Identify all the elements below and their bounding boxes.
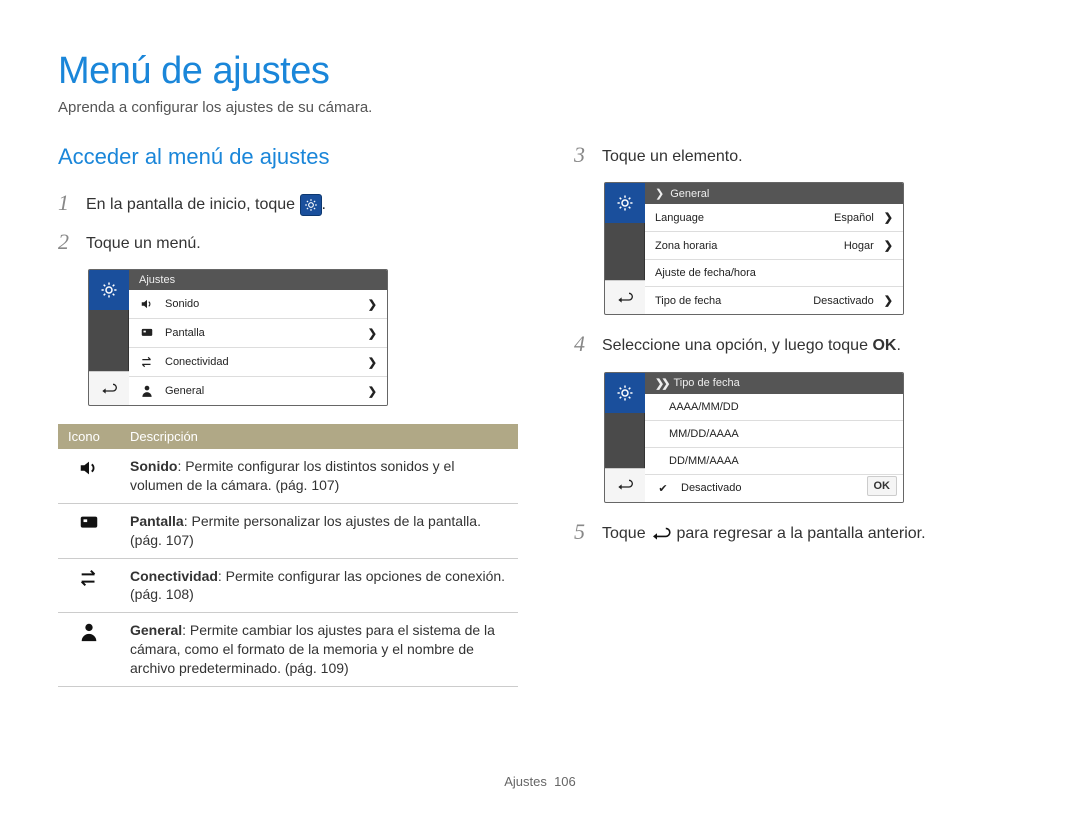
chevron-right-icon: ❯: [884, 211, 893, 224]
swap-icon: [58, 558, 120, 613]
setting-label: Tipo de fecha: [655, 295, 803, 307]
setting-value: Español: [834, 212, 874, 224]
back-icon[interactable]: [605, 280, 645, 314]
step-4: 4 Seleccione una opción, y luego toque O…: [574, 333, 1022, 357]
gear-icon[interactable]: [605, 183, 645, 223]
setting-label: Zona horaria: [655, 240, 834, 252]
double-chevron-right-icon: ❯❯: [655, 377, 667, 390]
menu-item-label: Pantalla: [165, 327, 358, 339]
display-icon: [58, 503, 120, 558]
setting-value: Desactivado: [813, 295, 874, 307]
menu-item-sonido[interactable]: Sonido ❯: [129, 290, 387, 319]
table-row: Conectividad: Permite configurar las opc…: [58, 558, 518, 613]
table-row: Pantalla: Permite personalizar los ajust…: [58, 503, 518, 558]
screen-header: Ajustes: [129, 270, 387, 290]
option-desactivado[interactable]: ✔ Desactivado: [645, 475, 903, 502]
section-heading: Acceder al menú de ajustes: [58, 144, 518, 170]
step-1-after: .: [322, 196, 326, 213]
ok-button[interactable]: OK: [867, 476, 898, 496]
step-4-after: .: [896, 337, 900, 354]
step-2: 2 Toque un menú.: [58, 231, 518, 255]
person-icon: [58, 613, 120, 687]
back-icon[interactable]: [89, 371, 129, 405]
row-title: Conectividad: [130, 568, 218, 584]
step-5: 5 Toque para regresar a la pantalla ante…: [574, 521, 1022, 546]
step-3-text: Toque un elemento.: [602, 144, 743, 168]
icon-description-table: Icono Descripción Sonido: Permite config…: [58, 424, 518, 687]
chevron-right-icon: ❯: [368, 356, 377, 369]
screen-general: ❯ General Language Español ❯ Zona horari…: [604, 182, 904, 315]
chevron-right-icon: ❯: [884, 239, 893, 252]
gear-icon: [300, 194, 322, 216]
page-footer: Ajustes 106: [0, 774, 1080, 789]
gear-icon[interactable]: [89, 270, 129, 310]
setting-item-tipo-de-fecha[interactable]: Tipo de fecha Desactivado ❯: [645, 287, 903, 314]
table-header-icono: Icono: [58, 424, 120, 449]
option-label: MM/DD/AAAA: [655, 428, 893, 440]
table-header-descripcion: Descripción: [120, 424, 518, 449]
screen-header-label: Tipo de fecha: [673, 377, 739, 389]
step-4-before: Seleccione una opción, y luego toque: [602, 337, 868, 354]
setting-item-zona-horaria[interactable]: Zona horaria Hogar ❯: [645, 232, 903, 260]
menu-item-general[interactable]: General ❯: [129, 377, 387, 405]
row-desc: : Permite cambiar los ajustes para el si…: [130, 622, 495, 676]
row-title: Sonido: [130, 458, 177, 474]
setting-label: Language: [655, 212, 824, 224]
page-title: Menú de ajustes: [58, 50, 1022, 93]
screen-tipo-de-fecha: ❯❯ Tipo de fecha AAAA/MM/DD MM/DD/AAAA D…: [604, 372, 904, 503]
chevron-right-icon: ❯: [368, 298, 377, 311]
chevron-right-icon: ❯: [884, 294, 893, 307]
menu-item-label: Conectividad: [165, 356, 358, 368]
option-mm-dd-aaaa[interactable]: MM/DD/AAAA: [645, 421, 903, 448]
ok-icon: OK: [872, 337, 896, 354]
row-title: Pantalla: [130, 513, 184, 529]
menu-item-label: General: [165, 385, 358, 397]
back-icon[interactable]: [605, 468, 645, 502]
option-label: DD/MM/AAAA: [655, 455, 893, 467]
option-label: AAAA/MM/DD: [655, 401, 893, 413]
row-title: General: [130, 622, 182, 638]
gear-icon[interactable]: [605, 373, 645, 413]
chevron-right-icon: ❯: [368, 385, 377, 398]
step-2-text: Toque un menú.: [86, 231, 201, 255]
footer-page-number: 106: [554, 774, 576, 789]
step-5-before: Toque: [602, 525, 646, 542]
speaker-icon: [139, 297, 155, 311]
setting-value: Hogar: [844, 240, 874, 252]
menu-item-pantalla[interactable]: Pantalla ❯: [129, 319, 387, 348]
setting-label: Ajuste de fecha/hora: [655, 267, 893, 279]
footer-section: Ajustes: [504, 774, 547, 789]
option-label: Desactivado: [681, 482, 893, 494]
step-1-text: En la pantalla de inicio, toque: [86, 196, 295, 213]
option-aaaa-mm-dd[interactable]: AAAA/MM/DD: [645, 394, 903, 421]
check-icon: ✔: [655, 482, 671, 495]
row-desc: : Permite configurar los distintos sonid…: [130, 458, 454, 493]
setting-item-language[interactable]: Language Español ❯: [645, 204, 903, 232]
table-row: Sonido: Permite configurar los distintos…: [58, 449, 518, 503]
table-row: General: Permite cambiar los ajustes par…: [58, 613, 518, 687]
screen-header: ❯❯ Tipo de fecha: [645, 373, 903, 394]
menu-item-label: Sonido: [165, 298, 358, 310]
step-3: 3 Toque un elemento.: [574, 144, 1022, 168]
person-icon: [139, 384, 155, 398]
menu-item-conectividad[interactable]: Conectividad ❯: [129, 348, 387, 377]
chevron-right-icon: ❯: [368, 327, 377, 340]
screen-header-label: General: [670, 188, 709, 200]
back-arrow-icon: [650, 523, 672, 545]
screen-ajustes: Ajustes Sonido ❯ Pantalla ❯ Conectividad…: [88, 269, 388, 406]
speaker-icon: [58, 449, 120, 503]
step-5-after: para regresar a la pantalla anterior.: [677, 525, 926, 542]
step-1: 1 En la pantalla de inicio, toque .: [58, 192, 518, 217]
page-subtitle: Aprenda a configurar los ajustes de su c…: [58, 99, 1022, 116]
screen-header: ❯ General: [645, 183, 903, 204]
swap-icon: [139, 355, 155, 369]
option-dd-mm-aaaa[interactable]: DD/MM/AAAA: [645, 448, 903, 475]
chevron-right-icon: ❯: [655, 187, 664, 200]
display-icon: [139, 326, 155, 340]
setting-item-ajuste-fecha-hora[interactable]: Ajuste de fecha/hora: [645, 260, 903, 287]
